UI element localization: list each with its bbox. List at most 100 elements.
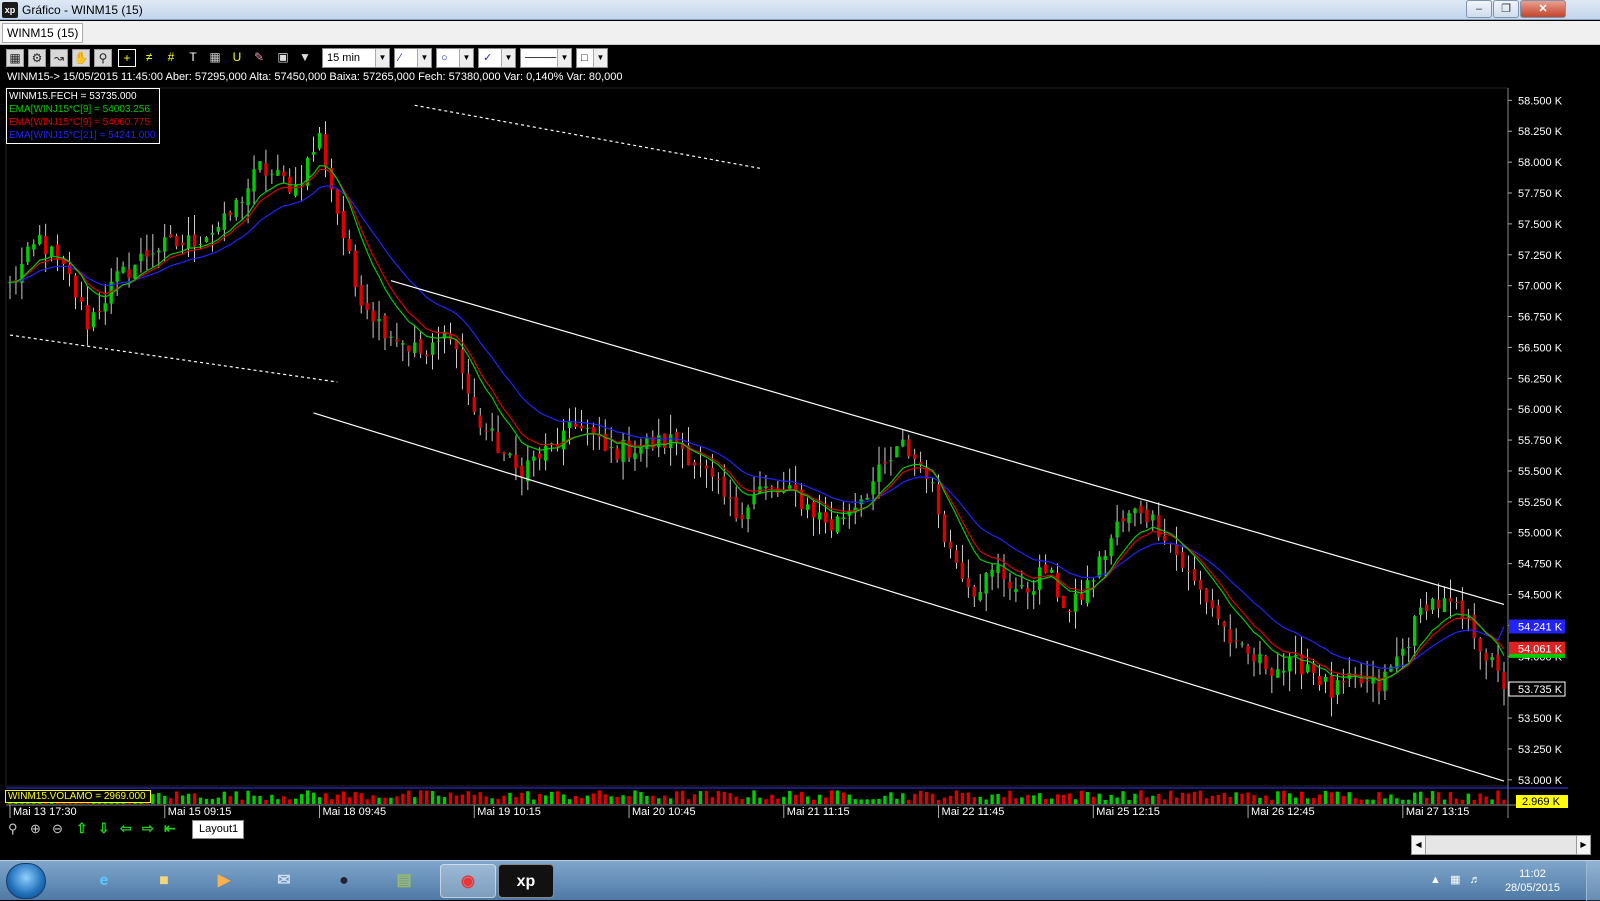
network-icon[interactable]: ▦ bbox=[1450, 874, 1460, 886]
candle-body bbox=[1020, 585, 1024, 587]
candle-body bbox=[930, 482, 935, 484]
candle-body bbox=[1216, 605, 1220, 620]
candle-body bbox=[1014, 588, 1018, 592]
volume-bar bbox=[1442, 799, 1447, 804]
files-icon[interactable]: ▤ bbox=[376, 864, 432, 898]
volume-bar bbox=[817, 794, 822, 804]
mail-icon[interactable]: ✉ bbox=[256, 864, 312, 898]
volume-bar bbox=[430, 791, 435, 804]
candle-body bbox=[407, 345, 411, 352]
candle-body bbox=[984, 573, 988, 594]
volume-bar bbox=[1502, 799, 1506, 804]
candle-body bbox=[538, 453, 542, 459]
candle-body bbox=[258, 161, 262, 170]
x-tick-label: Mai 25 12:15 bbox=[1096, 806, 1160, 818]
arrow-right-icon[interactable]: ⇨ bbox=[142, 820, 154, 837]
volume-bar bbox=[871, 799, 875, 804]
xp-icon[interactable]: xp bbox=[498, 864, 554, 898]
candle-body bbox=[1032, 591, 1036, 595]
volume-bar bbox=[1305, 798, 1310, 804]
volume-bar bbox=[371, 795, 375, 804]
volume-bar bbox=[1311, 798, 1316, 804]
volume-bar bbox=[1151, 795, 1155, 804]
volume-bar bbox=[413, 797, 417, 804]
candle-body bbox=[139, 253, 143, 262]
media-player-icon[interactable]: ▶ bbox=[196, 864, 252, 898]
candle-body bbox=[1091, 580, 1095, 582]
candle-body bbox=[889, 460, 893, 462]
volume-bar bbox=[240, 799, 244, 804]
volume-bar bbox=[1049, 798, 1054, 804]
candle-body bbox=[532, 456, 536, 461]
volume-bar bbox=[823, 797, 828, 804]
candle-body bbox=[121, 266, 125, 273]
volume-bar bbox=[1353, 798, 1357, 804]
price-chart[interactable]: 58.500 K 58.250 K 58.000 K 57.750 K 57.500 K… bbox=[0, 0, 1600, 818]
trendline-3[interactable] bbox=[313, 412, 1505, 782]
volume-bar bbox=[377, 797, 381, 804]
internet-explorer-icon[interactable]: e bbox=[76, 864, 132, 898]
volume-bar bbox=[526, 791, 530, 804]
candle-body bbox=[496, 432, 500, 453]
candle-body bbox=[186, 235, 191, 249]
clock[interactable]: 11:02 28/05/2015 bbox=[1505, 867, 1560, 895]
trendline-0[interactable] bbox=[9, 334, 338, 383]
volume-bar bbox=[1002, 797, 1006, 804]
volume-bar bbox=[877, 798, 881, 804]
candle-body bbox=[44, 236, 48, 255]
scroll-right-icon[interactable]: ▶ bbox=[1576, 836, 1590, 854]
volume-bar bbox=[532, 799, 536, 804]
volume-bar bbox=[502, 795, 506, 804]
layout-tab[interactable]: Layout1 bbox=[192, 820, 244, 839]
candle-body bbox=[978, 592, 982, 601]
candle-body bbox=[663, 433, 667, 449]
y-tick-label: 53.250 K bbox=[1518, 744, 1563, 756]
volume-bar bbox=[288, 799, 292, 804]
volume-bar bbox=[329, 799, 334, 804]
candle-body bbox=[722, 476, 726, 497]
volume-bar bbox=[460, 794, 465, 804]
zoom-icon[interactable]: ⚲ bbox=[8, 821, 18, 837]
candle-body bbox=[145, 250, 149, 257]
volume-bar bbox=[1038, 793, 1042, 804]
hp-icon[interactable]: ● bbox=[316, 864, 372, 898]
arrow-up-icon[interactable]: ⇧ bbox=[76, 820, 88, 837]
show-desktop-button[interactable] bbox=[1586, 861, 1600, 901]
scroll-end-icon[interactable]: ⇤ bbox=[164, 820, 176, 837]
scroll-left-icon[interactable]: ◀ bbox=[1412, 836, 1426, 854]
volume-bar bbox=[621, 795, 625, 804]
volume-bar bbox=[674, 791, 679, 804]
chrome-icon[interactable]: ◉ bbox=[440, 864, 496, 898]
start-button[interactable] bbox=[6, 863, 46, 899]
volume-bar bbox=[1210, 795, 1215, 804]
candle-body bbox=[948, 541, 953, 549]
volume-bar bbox=[853, 799, 857, 804]
volume-icon[interactable]: ♬ bbox=[1470, 874, 1481, 886]
zoom-out-icon[interactable]: ⊖ bbox=[52, 821, 63, 837]
arrow-down-icon[interactable]: ⇩ bbox=[98, 820, 110, 837]
indicator-legend[interactable]: WINM15.FECH = 53735.000 EMA[WINJ15*C[9] … bbox=[6, 88, 160, 144]
y-tick-label: 58.500 K bbox=[1518, 95, 1563, 107]
folder-icon[interactable]: ■ bbox=[136, 864, 192, 898]
volume-bar bbox=[192, 793, 197, 804]
arrow-left-icon[interactable]: ⇦ bbox=[120, 820, 132, 837]
horizontal-scrollbar[interactable]: ◀ ▶ bbox=[1411, 835, 1591, 855]
volume-bar bbox=[996, 794, 1000, 804]
candle-body bbox=[341, 210, 346, 239]
candle-body bbox=[1174, 545, 1179, 556]
system-tray[interactable]: ▲ ▦ ♬ bbox=[1430, 873, 1481, 886]
candle-body bbox=[1377, 679, 1381, 692]
candle-body bbox=[1073, 593, 1078, 612]
candle-body bbox=[740, 514, 744, 520]
legend-item-close: WINM15.FECH = 53735.000 bbox=[9, 91, 137, 102]
tray-arrow-icon[interactable]: ▲ bbox=[1430, 874, 1441, 886]
candle-body bbox=[877, 464, 881, 482]
volume-bar bbox=[436, 795, 441, 804]
volume-bar bbox=[954, 790, 959, 804]
volume-bar bbox=[1448, 792, 1453, 804]
trendline-1[interactable] bbox=[414, 104, 761, 169]
volume-bar bbox=[1014, 798, 1018, 804]
volume-legend[interactable]: WINM15.VOLAMO = 2969.000 bbox=[5, 790, 151, 803]
x-tick-label: Mai 20 10:45 bbox=[632, 806, 696, 818]
zoom-in-icon[interactable]: ⊕ bbox=[30, 821, 41, 837]
